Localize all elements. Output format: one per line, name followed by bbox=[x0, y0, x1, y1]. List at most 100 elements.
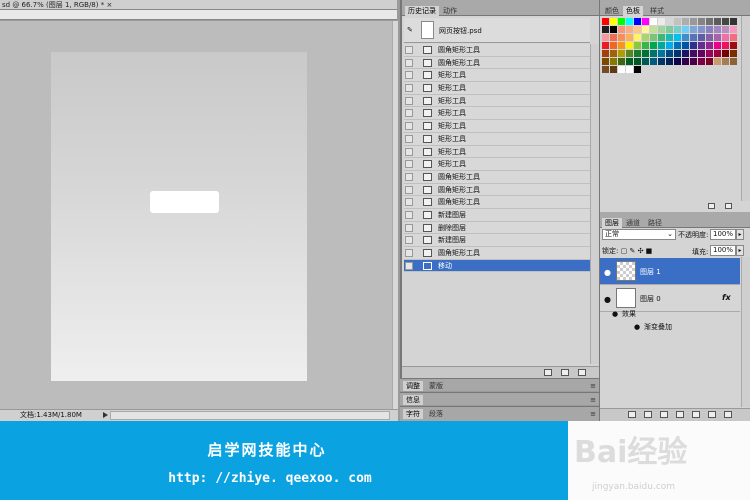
color-swatch[interactable] bbox=[610, 50, 617, 57]
color-swatch[interactable] bbox=[610, 42, 617, 49]
link-layers-icon[interactable] bbox=[628, 411, 636, 418]
color-swatch[interactable] bbox=[690, 26, 697, 33]
tab-actions[interactable]: 动作 bbox=[440, 6, 460, 16]
character-panel-collapsed[interactable]: 字符 段落 ≡ bbox=[400, 406, 599, 421]
color-swatch[interactable] bbox=[698, 50, 705, 57]
history-item[interactable]: 矩形工具 bbox=[404, 82, 590, 95]
color-swatch[interactable] bbox=[634, 34, 641, 41]
color-swatch[interactable] bbox=[714, 42, 721, 49]
color-swatch[interactable] bbox=[618, 50, 625, 57]
new-swatch-icon[interactable] bbox=[708, 203, 715, 209]
color-swatch[interactable] bbox=[690, 42, 697, 49]
history-item[interactable]: 矩形工具 bbox=[404, 158, 590, 171]
color-swatch[interactable] bbox=[714, 18, 721, 25]
color-swatch[interactable] bbox=[730, 26, 737, 33]
tab-adjustments[interactable]: 调整 bbox=[403, 381, 423, 391]
color-swatch[interactable] bbox=[626, 26, 633, 33]
history-item[interactable]: 圆角矩形工具 bbox=[404, 170, 590, 184]
color-swatch[interactable] bbox=[650, 58, 657, 65]
lock-transparent-icon[interactable]: ▢ bbox=[621, 247, 628, 255]
color-swatch[interactable] bbox=[722, 58, 729, 65]
color-swatch[interactable] bbox=[626, 58, 633, 65]
color-swatch[interactable] bbox=[682, 58, 689, 65]
effects-eye-icon[interactable]: ● bbox=[612, 308, 618, 321]
fill-slider-arrow-icon[interactable]: ▸ bbox=[736, 245, 744, 256]
history-item[interactable]: 圆角矩形工具 bbox=[404, 56, 590, 70]
color-swatch[interactable] bbox=[626, 50, 633, 57]
delete-state-icon[interactable] bbox=[578, 369, 586, 376]
tab-character[interactable]: 字符 bbox=[403, 409, 423, 419]
color-swatch[interactable] bbox=[610, 34, 617, 41]
history-item[interactable]: 移动 bbox=[404, 259, 590, 273]
color-swatch[interactable] bbox=[658, 58, 665, 65]
opacity-slider-arrow-icon[interactable]: ▸ bbox=[736, 229, 744, 240]
color-swatch[interactable] bbox=[722, 26, 729, 33]
history-item[interactable]: 矩形工具 bbox=[404, 132, 590, 146]
color-swatch[interactable] bbox=[602, 50, 609, 57]
info-panel-collapsed[interactable]: 信息 ≡ bbox=[400, 392, 599, 405]
history-checkbox[interactable] bbox=[405, 210, 413, 219]
color-swatch[interactable] bbox=[618, 34, 625, 41]
panel-menu-icon[interactable]: ≡ bbox=[590, 410, 596, 418]
rounded-button-shape[interactable] bbox=[150, 191, 219, 213]
history-checkbox[interactable] bbox=[405, 160, 413, 169]
color-swatch[interactable] bbox=[610, 18, 617, 25]
color-swatch[interactable] bbox=[722, 50, 729, 57]
history-item[interactable]: 删除图层 bbox=[404, 221, 590, 235]
delete-layer-icon[interactable] bbox=[724, 411, 732, 418]
color-swatch[interactable] bbox=[658, 50, 665, 57]
color-swatch[interactable] bbox=[658, 42, 665, 49]
history-checkbox[interactable] bbox=[405, 84, 413, 93]
color-swatch[interactable] bbox=[698, 26, 705, 33]
color-swatch[interactable] bbox=[634, 26, 641, 33]
history-checkbox[interactable] bbox=[405, 185, 413, 194]
history-snapshot[interactable]: ✎ 网页按钮.psd bbox=[404, 18, 590, 43]
tab-swatches[interactable]: 色板 bbox=[623, 6, 643, 16]
color-swatch[interactable] bbox=[642, 18, 649, 25]
history-checkbox[interactable] bbox=[405, 223, 413, 232]
color-swatch[interactable] bbox=[634, 42, 641, 49]
color-swatch[interactable] bbox=[642, 58, 649, 65]
color-swatch[interactable] bbox=[618, 58, 625, 65]
color-swatch[interactable] bbox=[626, 18, 633, 25]
lock-image-icon[interactable]: ✎ bbox=[629, 247, 635, 255]
color-swatch[interactable] bbox=[602, 34, 609, 41]
color-swatch[interactable] bbox=[626, 66, 633, 73]
layer-effects-fx-icon[interactable]: fx bbox=[722, 293, 731, 302]
color-swatch[interactable] bbox=[650, 26, 657, 33]
visibility-eye-icon[interactable]: ● bbox=[604, 295, 611, 304]
history-checkbox[interactable] bbox=[405, 109, 413, 118]
tab-channels[interactable]: 通道 bbox=[623, 218, 643, 228]
color-swatch[interactable] bbox=[730, 18, 737, 25]
canvas-horizontal-scrollbar[interactable] bbox=[110, 411, 390, 420]
color-swatch[interactable] bbox=[642, 34, 649, 41]
color-swatch[interactable] bbox=[730, 50, 737, 57]
gradient-overlay-row[interactable]: ● 渐变叠加 bbox=[600, 321, 740, 334]
history-checkbox[interactable] bbox=[405, 58, 413, 67]
lock-all-icon[interactable]: ■ bbox=[646, 247, 653, 255]
color-swatch[interactable] bbox=[602, 26, 609, 33]
color-swatch[interactable] bbox=[690, 34, 697, 41]
color-swatch[interactable] bbox=[602, 58, 609, 65]
color-swatch[interactable] bbox=[602, 42, 609, 49]
color-swatch[interactable] bbox=[730, 34, 737, 41]
color-swatch[interactable] bbox=[666, 18, 673, 25]
visibility-eye-icon[interactable]: ● bbox=[604, 268, 611, 277]
color-swatch[interactable] bbox=[626, 42, 633, 49]
adjustments-panel-collapsed[interactable]: 调整 蒙版 ≡ bbox=[400, 378, 599, 391]
color-swatch[interactable] bbox=[682, 18, 689, 25]
history-item[interactable]: 矩形工具 bbox=[404, 94, 590, 108]
color-swatch[interactable] bbox=[682, 26, 689, 33]
history-checkbox[interactable] bbox=[405, 134, 413, 143]
tab-paths[interactable]: 路径 bbox=[645, 218, 665, 228]
color-swatch[interactable] bbox=[674, 58, 681, 65]
history-item[interactable]: 圆角矩形工具 bbox=[404, 247, 590, 260]
color-swatch[interactable] bbox=[650, 18, 657, 25]
tab-layers[interactable]: 图层 bbox=[602, 218, 622, 228]
tab-masks[interactable]: 蒙版 bbox=[426, 381, 446, 391]
history-checkbox[interactable] bbox=[405, 96, 413, 105]
tab-styles[interactable]: 样式 bbox=[647, 6, 667, 16]
color-swatch[interactable] bbox=[682, 42, 689, 49]
lock-position-icon[interactable]: ✣ bbox=[638, 247, 644, 255]
new-group-icon[interactable] bbox=[692, 411, 700, 418]
